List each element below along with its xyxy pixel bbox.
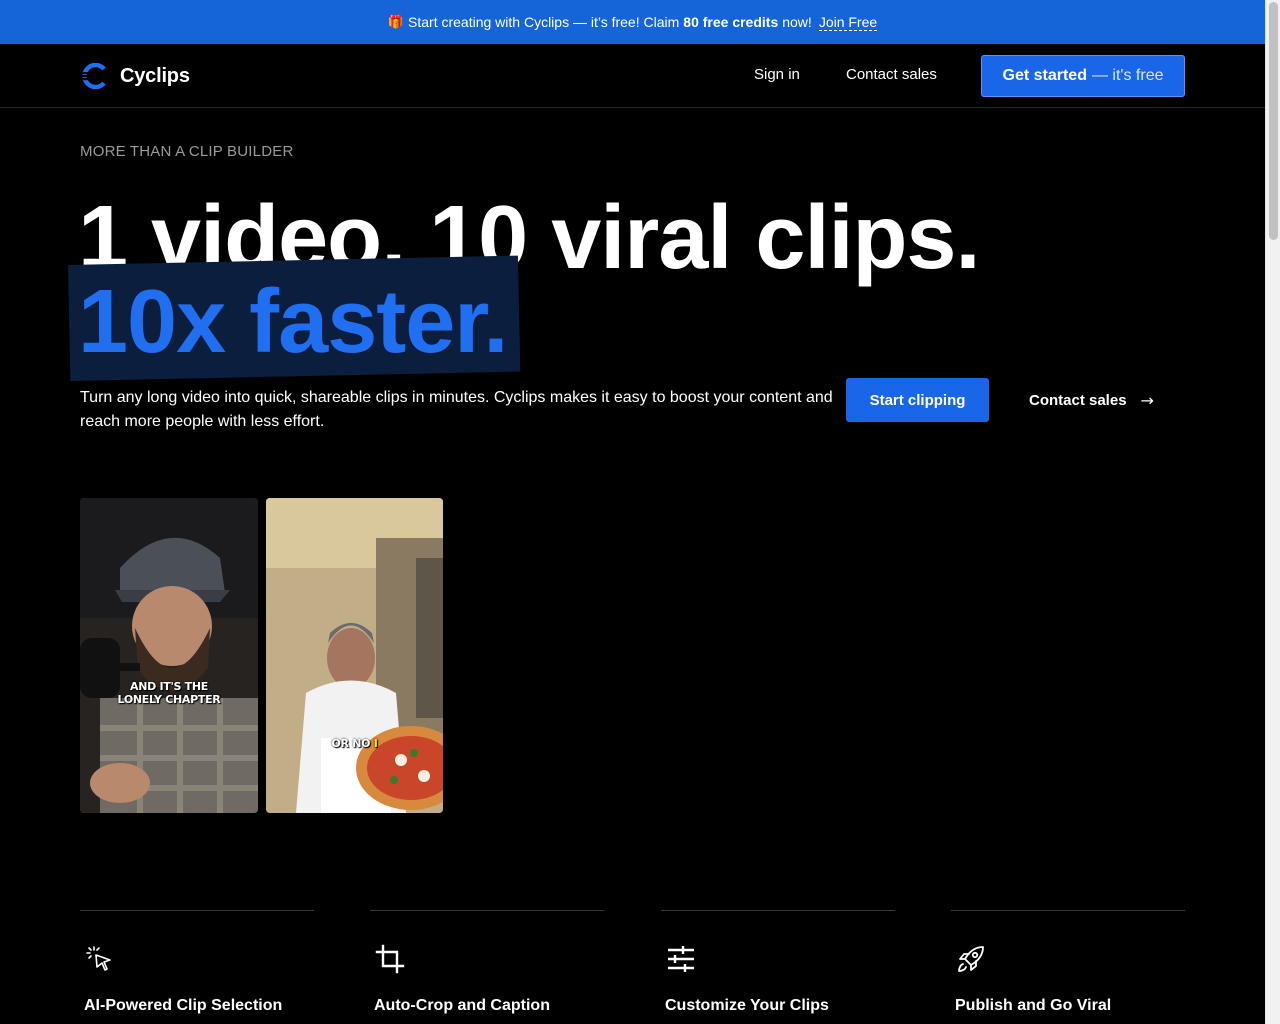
arrow-right-icon: → [1140, 390, 1154, 410]
clip-thumbnail[interactable]: OR NO I [266, 498, 443, 813]
sign-in-link[interactable]: Sign in [754, 66, 800, 83]
hero-eyebrow: MORE THAN A CLIP BUILDER [80, 143, 294, 160]
announcement-text-after: now! [782, 14, 812, 30]
feature-card: AI-Powered Clip Selection [80, 910, 314, 1014]
clip-caption-white: OR NO [331, 737, 371, 750]
announcement-bar: 🎁 Start creating with Cyclips — it’s fre… [0, 0, 1265, 44]
feature-card: Publish and Go Viral [951, 910, 1185, 1014]
feature-title: AI-Powered Clip Selection [84, 997, 283, 1014]
scrollbar-thumb[interactable] [1269, 2, 1278, 240]
crop-icon [375, 944, 405, 974]
sliders-icon [668, 946, 694, 972]
hero-contact-sales-button[interactable]: Contact sales → [1029, 378, 1154, 422]
page-scrollbar[interactable] [1265, 0, 1280, 1024]
brand-logo[interactable]: Cyclips [80, 63, 190, 89]
contact-sales-link[interactable]: Contact sales [846, 66, 937, 83]
rocket-icon [958, 946, 984, 972]
start-clipping-button[interactable]: Start clipping [846, 378, 989, 422]
hero-description: Turn any long video into quick, shareabl… [80, 389, 833, 430]
feature-title: Customize Your Clips [665, 997, 829, 1014]
feature-card: Auto-Crop and Caption [370, 910, 604, 1014]
feature-title: Publish and Go Viral [955, 997, 1112, 1014]
podcast-host-image [80, 498, 258, 813]
clip-caption-line2: LONELY CHAPTER [117, 693, 221, 706]
feature-title: Auto-Crop and Caption [374, 997, 550, 1014]
feature-card: Customize Your Clips [661, 910, 895, 1014]
sparkle-cursor-icon [86, 946, 111, 971]
get-started-label: Get started [1002, 67, 1087, 84]
get-started-sublabel: — it's free [1091, 67, 1164, 84]
get-started-button[interactable]: Get started — it's free [981, 55, 1185, 97]
clip-caption-line1: AND IT'S THE [129, 680, 209, 693]
hero-contact-sales-label: Contact sales [1029, 391, 1127, 409]
join-free-link[interactable]: Join Free [818, 14, 878, 31]
brand-name: Cyclips [120, 64, 190, 87]
announcement-credits: 80 free credits [683, 14, 779, 30]
pizza-chef-image [266, 498, 443, 813]
cyclips-logo-icon [80, 63, 106, 89]
gift-icon: 🎁 [387, 14, 405, 30]
clip-caption-yellow: I [373, 737, 378, 750]
clip-thumbnail[interactable]: AND IT'S THE LONELY CHAPTER [80, 498, 258, 813]
announcement-text: Start creating with Cyclips — it’s free!… [408, 14, 680, 30]
hero-headline-accent: 10x faster. [78, 272, 508, 372]
site-header: Cyclips Sign in Contact sales Get starte… [0, 44, 1265, 108]
